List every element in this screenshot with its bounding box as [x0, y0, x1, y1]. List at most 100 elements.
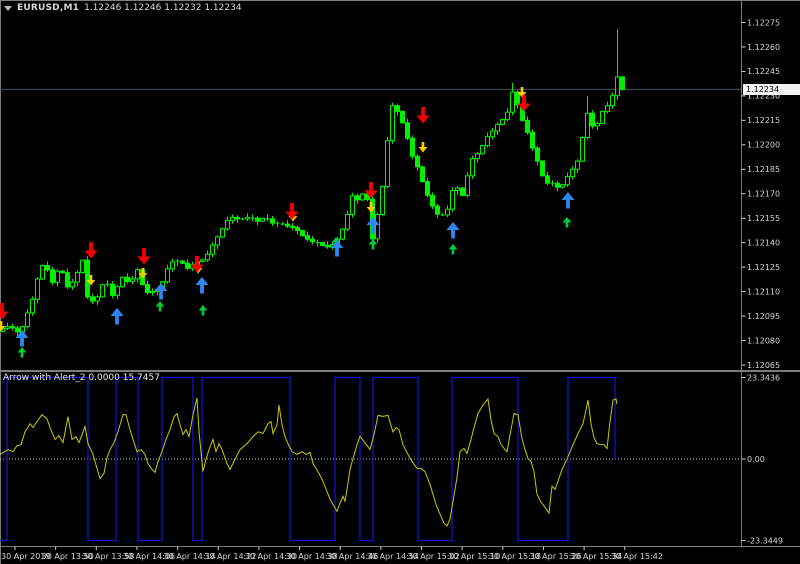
chart-canvas[interactable]: 1.122751.122601.122451.122301.122151.122… — [0, 0, 800, 564]
candle-bear — [10, 326, 15, 329]
ohlc-quotes-label: 1.12246 1.12246 1.12232 1.12234 — [84, 3, 242, 13]
candle-bear — [420, 166, 425, 183]
price-axis-label: 1.12275 — [747, 18, 780, 27]
candle-bear — [60, 270, 65, 274]
candle-bear — [515, 91, 520, 106]
candle-bear — [400, 110, 405, 124]
panel-separator — [0, 370, 800, 372]
candle-bull — [230, 216, 235, 222]
signal-arrow-green-up-icon — [17, 347, 27, 358]
candle-bull — [455, 187, 460, 191]
indicator-axis-label: -23.3449 — [747, 536, 783, 545]
candle-bull — [380, 185, 385, 216]
candle-bear — [305, 235, 310, 240]
candle-bull — [80, 259, 85, 273]
candle-bear — [355, 195, 360, 201]
candle-bull — [135, 269, 140, 280]
candle-bear — [270, 218, 275, 224]
candle-bull — [375, 214, 380, 240]
signal-arrow-blue-up-icon — [195, 277, 209, 294]
candle-bull — [585, 112, 590, 138]
candle-bear — [65, 272, 70, 288]
candle-bull — [570, 168, 575, 178]
price-axis-label: 1.12065 — [747, 361, 780, 370]
candle-bull — [565, 176, 570, 186]
candle-bull — [40, 265, 45, 280]
candle-bear — [300, 230, 305, 237]
price-axis-label: 1.12095 — [747, 312, 780, 321]
candle-bull — [205, 253, 210, 261]
candle-bear — [235, 216, 240, 220]
candle-bear — [285, 223, 290, 227]
symbol-timeframe-label: EURUSD,M1 — [17, 3, 80, 13]
price-axis-label: 1.12155 — [747, 214, 780, 223]
candle-bear — [535, 147, 540, 162]
candle-bull — [445, 208, 450, 216]
price-axis-label: 1.12080 — [747, 336, 780, 345]
candle-bear — [310, 238, 315, 243]
candle-bear — [540, 160, 545, 177]
indicator-axis-label: 0.00 — [747, 455, 765, 464]
candle-bear — [110, 283, 115, 296]
price-axis-label: 1.12170 — [747, 190, 780, 199]
candle-bull — [560, 184, 565, 188]
candle-bear — [415, 155, 420, 168]
candle-bull — [70, 281, 75, 288]
price-axis-label: 1.12125 — [747, 263, 780, 272]
signal-arrow-blue-up-icon — [561, 192, 575, 209]
candle-bull — [575, 160, 580, 170]
price-axis-label: 1.12215 — [747, 116, 780, 125]
candle-bear — [185, 262, 190, 269]
candle-bull — [360, 193, 365, 201]
candle-bull — [470, 158, 475, 177]
candle-bull — [55, 270, 60, 283]
time-axis-label: 30 Apr 15:42 — [611, 552, 663, 561]
candle-bear — [545, 175, 550, 184]
indicator-yellow-line — [0, 397, 618, 527]
candle-bull — [150, 290, 155, 294]
candle-bear — [295, 226, 300, 232]
candle-bull — [210, 244, 215, 255]
signal-arrow-green-up-icon — [155, 301, 165, 312]
candle-bear — [325, 244, 330, 248]
candle-bear — [145, 284, 150, 294]
candle-bull — [350, 195, 355, 215]
chart-window: EURUSD,M1 1.12246 1.12246 1.12232 1.1223… — [0, 0, 800, 564]
candle-bear — [395, 105, 400, 112]
candle-bull — [615, 76, 620, 97]
candle-bull — [165, 268, 170, 283]
candle-bear — [255, 217, 260, 222]
candle-bull — [600, 110, 605, 124]
candle-bull — [225, 220, 230, 230]
candle-bull — [450, 189, 455, 210]
candle-bull — [390, 105, 395, 142]
candle-bear — [460, 187, 465, 196]
candle-bull — [610, 95, 615, 107]
candle-bear — [15, 327, 20, 333]
indicator-name-label: Arrow with Alert_2 0.0000 15.7457 — [3, 373, 160, 383]
candle-bull — [220, 228, 225, 238]
candle-bull — [200, 259, 205, 262]
candle-bear — [180, 260, 185, 264]
candle-bull — [95, 296, 100, 302]
candle-bear — [410, 137, 415, 157]
candle-bull — [30, 298, 35, 314]
candle-bear — [50, 269, 55, 283]
candle-bull — [605, 105, 610, 112]
candle-bull — [340, 228, 345, 240]
signal-arrow-green-up-icon — [562, 217, 572, 228]
candle-bull — [510, 91, 515, 113]
signal-arrow-blue-up-icon — [110, 308, 124, 325]
candle-bear — [125, 276, 130, 282]
candle-bear — [530, 132, 535, 149]
candle-bear — [430, 194, 435, 207]
candle-bull — [215, 236, 220, 246]
candle-bear — [85, 259, 90, 298]
price-axis-label: 1.12260 — [747, 43, 780, 52]
current-price-tag: 1.12234 — [743, 84, 800, 95]
candle-bull — [500, 119, 505, 125]
candle-bull — [120, 276, 125, 288]
price-axis-label: 1.12185 — [747, 165, 780, 174]
signal-arrow-red-down-icon — [0, 303, 9, 320]
candle-bull — [495, 123, 500, 132]
